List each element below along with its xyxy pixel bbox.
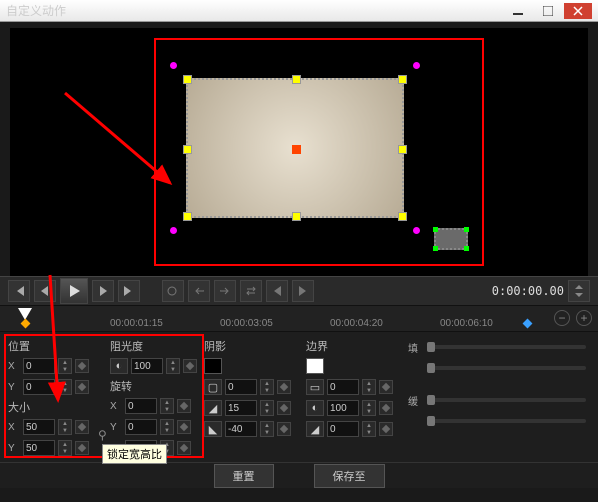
spinner[interactable]: ▲▼ bbox=[362, 400, 376, 416]
spinner[interactable]: ▲▼ bbox=[362, 379, 376, 395]
timecode-display: 0:00:00.00 bbox=[492, 284, 564, 298]
skip-start-button[interactable] bbox=[266, 280, 288, 302]
play-button[interactable] bbox=[60, 278, 88, 304]
shadow-label: 阴影 bbox=[204, 338, 302, 352]
ruler-tick: 00:00:04:20 bbox=[330, 318, 383, 329]
keyframe-toggle[interactable] bbox=[379, 422, 393, 436]
prev-frame-button[interactable] bbox=[34, 280, 56, 302]
border-a-input[interactable] bbox=[327, 379, 359, 395]
keyframe-toggle[interactable] bbox=[75, 380, 89, 394]
rotation-label: 旋转 bbox=[110, 378, 200, 392]
fill-slider-2[interactable] bbox=[427, 366, 586, 370]
keyframe-toggle[interactable] bbox=[75, 420, 89, 434]
bottom-bar: 重置 保存至 bbox=[0, 462, 598, 488]
border-icon: ◢ bbox=[306, 421, 324, 437]
shadow-color-swatch[interactable] bbox=[204, 358, 222, 374]
keyframe-toggle[interactable] bbox=[75, 359, 89, 373]
border-c-input[interactable] bbox=[327, 421, 359, 437]
position-label: 位置 bbox=[8, 338, 106, 352]
shadow-icon: ◢ bbox=[204, 400, 222, 416]
timecode-spin[interactable] bbox=[568, 280, 590, 302]
shadow-icon: ▢ bbox=[204, 379, 222, 395]
opacity-icon: ◐ bbox=[110, 358, 128, 374]
border-color-swatch[interactable] bbox=[306, 358, 324, 374]
reset-button[interactable]: 重置 bbox=[214, 464, 274, 488]
zoom-in-button[interactable]: + bbox=[576, 310, 592, 326]
ease-slider[interactable] bbox=[427, 398, 586, 402]
spinner[interactable]: ▲▼ bbox=[58, 440, 72, 456]
ruler-tick: 00:00:03:05 bbox=[220, 318, 273, 329]
titlebar: 自定义动作 bbox=[0, 0, 598, 22]
minimize-button[interactable] bbox=[504, 3, 532, 19]
keyframe-toggle[interactable] bbox=[177, 399, 191, 413]
keyframe-marker[interactable] bbox=[523, 319, 533, 329]
size-x-input[interactable] bbox=[23, 419, 55, 435]
spinner[interactable]: ▲▼ bbox=[58, 419, 72, 435]
spinner[interactable]: ▲▼ bbox=[58, 358, 72, 374]
spinner[interactable]: ▲▼ bbox=[58, 379, 72, 395]
preview-canvas[interactable] bbox=[10, 28, 588, 276]
border-label: 边界 bbox=[306, 338, 404, 352]
close-button[interactable] bbox=[564, 3, 592, 19]
zoom-out-button[interactable]: − bbox=[554, 310, 570, 326]
next-clip-button[interactable] bbox=[118, 280, 140, 302]
size-label: 大小 bbox=[8, 399, 106, 413]
skip-end-button[interactable] bbox=[292, 280, 314, 302]
prev-clip-button[interactable] bbox=[8, 280, 30, 302]
canvas-object[interactable] bbox=[186, 78, 404, 218]
save-button[interactable]: 保存至 bbox=[314, 464, 385, 488]
position-y-input[interactable] bbox=[23, 379, 55, 395]
properties-panel: 位置 X▲▼ Y▲▼ 大小 X▲▼ Y▲▼ ⚲ 锁定宽高比 阻光度 ◐▲▼ 旋转… bbox=[0, 332, 598, 462]
shadow-a-input[interactable] bbox=[225, 379, 257, 395]
keyframe-toggle[interactable] bbox=[277, 401, 291, 415]
spinner[interactable]: ▲▼ bbox=[260, 379, 274, 395]
keyframe-toggle[interactable] bbox=[75, 441, 89, 455]
ease-slider-2[interactable] bbox=[427, 419, 586, 423]
spinner[interactable]: ▲▼ bbox=[260, 400, 274, 416]
position-x-input[interactable] bbox=[23, 358, 55, 374]
rotation-y-input[interactable] bbox=[125, 419, 157, 435]
ruler-tick: 00:00:01:15 bbox=[110, 318, 163, 329]
opacity-input[interactable] bbox=[131, 358, 163, 374]
size-y-input[interactable] bbox=[23, 440, 55, 456]
border-icon: ◐ bbox=[306, 400, 324, 416]
spinner[interactable]: ▲▼ bbox=[160, 419, 174, 435]
redo-button[interactable] bbox=[214, 280, 236, 302]
opacity-label: 阻光度 bbox=[110, 338, 200, 352]
fill-slider[interactable] bbox=[427, 345, 586, 349]
swap-button[interactable] bbox=[240, 280, 262, 302]
border-icon: ▭ bbox=[306, 379, 324, 395]
shadow-b-input[interactable] bbox=[225, 400, 257, 416]
canvas-object-small[interactable] bbox=[434, 228, 468, 250]
shadow-icon: ◣ bbox=[204, 421, 222, 437]
keyframe-toggle[interactable] bbox=[177, 420, 191, 434]
shadow-c-input[interactable] bbox=[225, 421, 257, 437]
keyframe-toggle[interactable] bbox=[277, 380, 291, 394]
ruler-tick: 00:00:06:10 bbox=[440, 318, 493, 329]
timeline-ruler[interactable]: 00:00:01:15 00:00:03:05 00:00:04:20 00:0… bbox=[0, 306, 598, 332]
link-aspect-icon[interactable]: ⚲ bbox=[98, 428, 107, 442]
spinner[interactable]: ▲▼ bbox=[166, 358, 180, 374]
next-frame-button[interactable] bbox=[92, 280, 114, 302]
spinner[interactable]: ▲▼ bbox=[160, 398, 174, 414]
keyframe-toggle[interactable] bbox=[379, 401, 393, 415]
border-b-input[interactable] bbox=[327, 400, 359, 416]
undo-button[interactable] bbox=[188, 280, 210, 302]
loop-button[interactable] bbox=[162, 280, 184, 302]
tooltip: 锁定宽高比 bbox=[102, 444, 167, 464]
fill-label: 填 bbox=[408, 340, 420, 355]
keyframe-toggle[interactable] bbox=[177, 441, 191, 455]
keyframe-toggle[interactable] bbox=[183, 359, 197, 373]
ease-label: 缓 bbox=[408, 393, 420, 408]
maximize-button[interactable] bbox=[534, 3, 562, 19]
transport-bar: 0:00:00.00 bbox=[0, 276, 598, 306]
rotation-x-input[interactable] bbox=[125, 398, 157, 414]
window-title: 自定义动作 bbox=[6, 2, 502, 19]
spinner[interactable]: ▲▼ bbox=[362, 421, 376, 437]
spinner[interactable]: ▲▼ bbox=[260, 421, 274, 437]
keyframe-toggle[interactable] bbox=[379, 380, 393, 394]
keyframe-toggle[interactable] bbox=[277, 422, 291, 436]
